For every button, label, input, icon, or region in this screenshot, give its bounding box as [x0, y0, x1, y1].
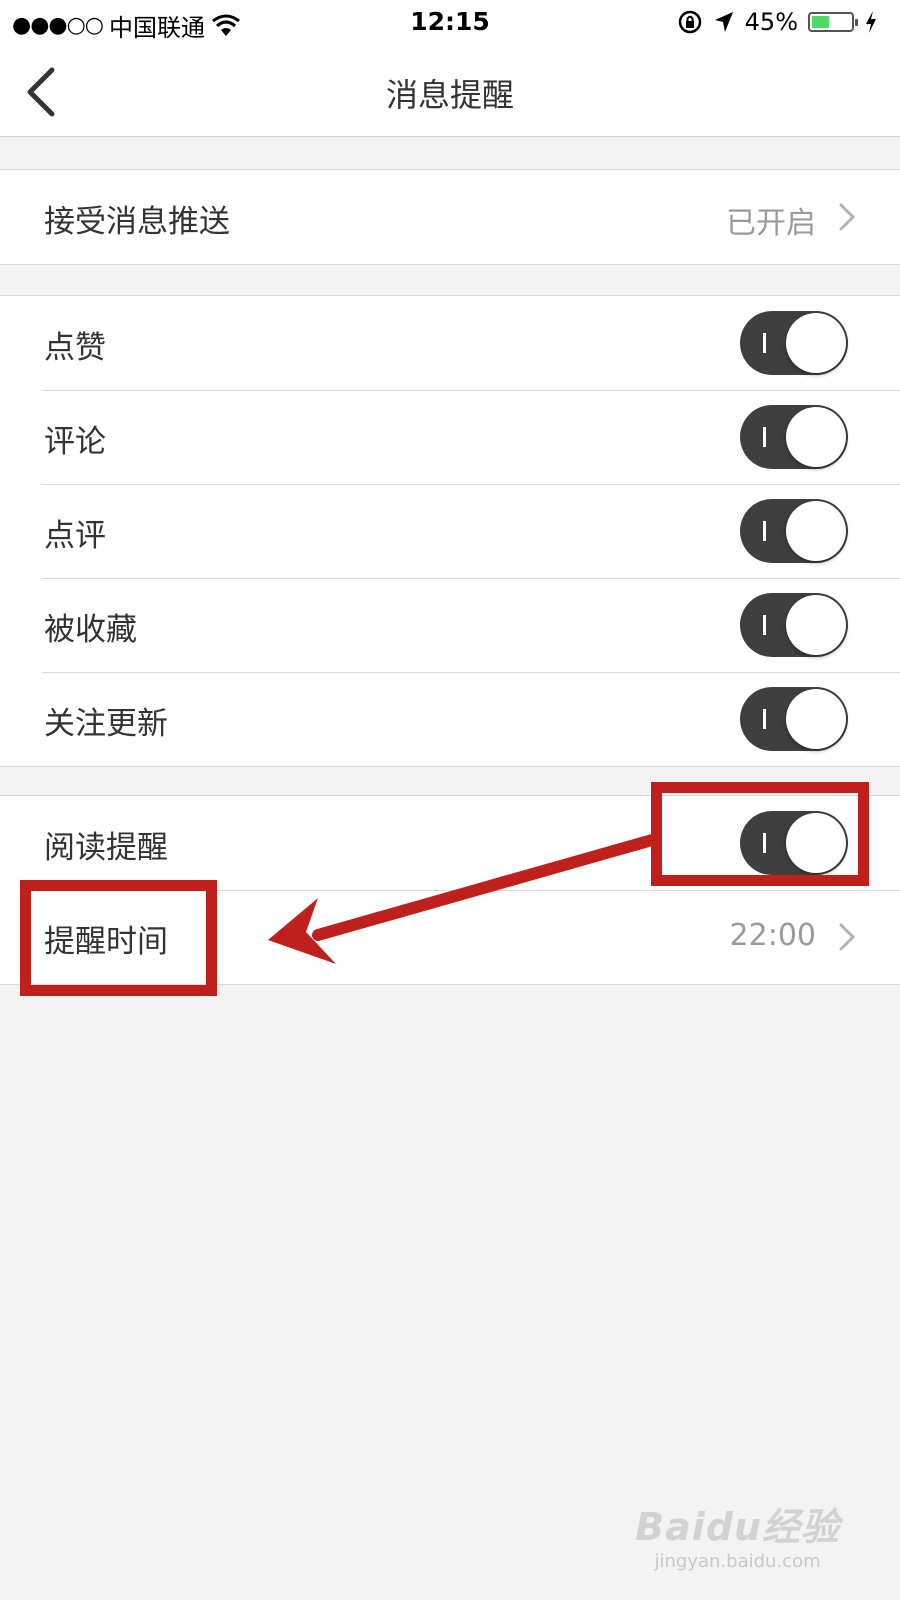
battery-fill	[812, 16, 830, 28]
push-notification-row[interactable]: 接受消息推送 已开启	[0, 170, 900, 264]
follow-updates-toggle[interactable]	[740, 687, 848, 751]
toggle-knob	[786, 407, 846, 467]
reminder-time-value: 22:00	[729, 918, 816, 953]
notification-row-follow-updates: 关注更新	[0, 672, 900, 766]
toggle-knob	[786, 689, 846, 749]
review-toggle[interactable]	[740, 499, 848, 563]
favorited-toggle[interactable]	[740, 593, 848, 657]
notification-row-like: 点赞	[0, 296, 900, 390]
status-right: 45%	[677, 8, 878, 36]
push-settings-group: 接受消息推送 已开启	[0, 169, 900, 265]
chevron-right-icon	[839, 923, 856, 951]
toggle-on-mark	[763, 709, 766, 729]
notification-row-comment: 评论	[0, 390, 900, 484]
notification-row-favorited: 被收藏	[0, 578, 900, 672]
chevron-right-icon	[839, 203, 856, 231]
battery-percent: 45%	[744, 8, 798, 36]
watermark-logo: Baidu经验	[635, 1505, 840, 1549]
toggle-knob	[786, 313, 846, 373]
push-notification-status: 已开启	[726, 206, 816, 241]
annotation-box-toggle	[651, 782, 869, 886]
like-label: 点赞	[44, 330, 106, 366]
like-toggle[interactable]	[740, 311, 848, 375]
screen: ●●●○○ 中国联通 12:15 45% 消息提醒 接受消息推送 已开启 点赞 …	[0, 0, 900, 1600]
toggle-on-mark	[763, 333, 766, 353]
orientation-lock-icon	[678, 10, 701, 34]
push-notification-label: 接受消息推送	[44, 204, 230, 240]
battery-icon	[808, 12, 858, 32]
navigation-bar: 消息提醒	[0, 46, 900, 137]
annotation-box-time	[20, 880, 217, 996]
review-label: 点评	[44, 518, 106, 554]
status-bar: ●●●○○ 中国联通 12:15 45%	[0, 0, 900, 46]
comment-toggle[interactable]	[740, 405, 848, 469]
reading-reminder-label: 阅读提醒	[44, 830, 168, 866]
watermark: Baidu经验 jingyan.baidu.com	[635, 1496, 840, 1572]
toggle-knob	[786, 501, 846, 561]
favorited-label: 被收藏	[44, 612, 137, 648]
notification-types-group: 点赞 评论 点评 被收藏 关注更新	[0, 295, 900, 767]
watermark-url: jingyan.baidu.com	[654, 1551, 821, 1572]
charging-bolt-icon	[866, 11, 876, 33]
toggle-knob	[786, 595, 846, 655]
toggle-on-mark	[763, 615, 766, 635]
page-title: 消息提醒	[385, 76, 514, 114]
comment-label: 评论	[44, 424, 106, 460]
location-arrow-icon	[714, 12, 733, 32]
notification-row-review: 点评	[0, 484, 900, 578]
follow-updates-label: 关注更新	[44, 706, 168, 742]
toggle-on-mark	[763, 427, 766, 447]
toggle-on-mark	[763, 521, 766, 541]
